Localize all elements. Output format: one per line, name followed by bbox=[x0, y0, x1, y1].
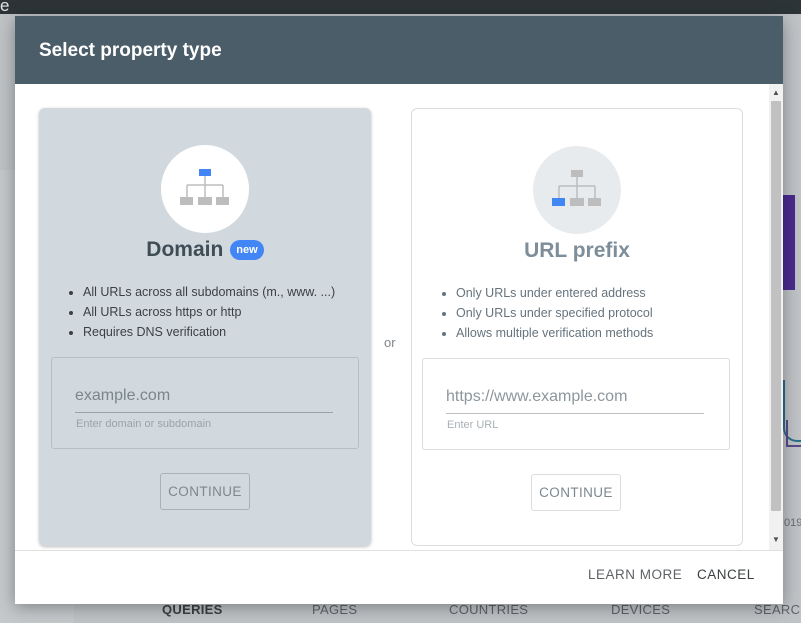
background-tab-countries: COUNTRIES bbox=[449, 602, 529, 617]
scroll-down-arrow-icon[interactable]: ▼ bbox=[769, 533, 783, 547]
domain-continue-button[interactable]: CONTINUE bbox=[160, 473, 250, 510]
learn-more-button[interactable]: LEARN MORE bbox=[588, 567, 682, 582]
background-app-title: e bbox=[0, 0, 10, 15]
domain-bullet: Requires DNS verification bbox=[83, 322, 335, 342]
domain-input-hint: Enter domain or subdomain bbox=[76, 418, 212, 430]
domain-input-box: Enter domain or subdomain bbox=[51, 357, 359, 449]
domain-title: Domain new bbox=[39, 238, 371, 262]
background-tab-devices: DEVICES bbox=[611, 602, 671, 617]
domain-bullet-list: All URLs across all subdomains (m., www.… bbox=[65, 282, 335, 342]
url-prefix-bullet-list: Only URLs under entered address Only URL… bbox=[438, 283, 653, 343]
url-prefix-input-box: Enter URL bbox=[422, 358, 730, 450]
scrollbar-thumb[interactable] bbox=[771, 101, 781, 511]
domain-input[interactable] bbox=[75, 384, 333, 413]
background-tab-pages: PAGES bbox=[312, 602, 358, 617]
domain-option-card[interactable]: Domain new All URLs across all subdomain… bbox=[39, 108, 371, 546]
url-prefix-input-hint: Enter URL bbox=[447, 419, 499, 431]
cancel-button[interactable]: CANCEL bbox=[697, 567, 755, 582]
url-prefix-icon-circle bbox=[533, 146, 621, 234]
sitemap-leaf-highlight-icon bbox=[552, 170, 601, 206]
sitemap-top-highlight-icon bbox=[180, 169, 229, 205]
url-prefix-bullet: Only URLs under specified protocol bbox=[456, 303, 653, 323]
domain-title-text: Domain bbox=[146, 238, 224, 261]
new-badge: new bbox=[230, 240, 264, 260]
url-prefix-option-card[interactable]: URL prefix Only URLs under entered addre… bbox=[411, 108, 743, 546]
dialog-body: Domain new All URLs across all subdomain… bbox=[15, 84, 783, 550]
domain-bullet: All URLs across all subdomains (m., www.… bbox=[83, 282, 335, 302]
url-prefix-input[interactable] bbox=[446, 385, 704, 414]
background-tab-search: SEARCH bbox=[754, 602, 801, 617]
url-prefix-continue-button[interactable]: CONTINUE bbox=[531, 474, 621, 511]
scroll-up-arrow-icon[interactable]: ▲ bbox=[769, 86, 783, 100]
dialog-header: Select property type bbox=[15, 16, 783, 84]
url-prefix-bullet: Only URLs under entered address bbox=[456, 283, 653, 303]
dialog-footer: LEARN MORE CANCEL bbox=[15, 550, 783, 604]
background-topbar: e bbox=[0, 0, 801, 15]
url-prefix-title: URL prefix bbox=[524, 239, 630, 262]
background-chart-line bbox=[786, 420, 801, 447]
dialog-title: Select property type bbox=[39, 40, 222, 61]
url-prefix-bullet: Allows multiple verification methods bbox=[456, 323, 653, 343]
dialog-scrollbar[interactable]: ▲ ▼ bbox=[769, 84, 783, 550]
background-chart-bar bbox=[783, 195, 795, 290]
domain-icon-circle bbox=[161, 145, 249, 233]
background-tab-queries: QUERIES bbox=[162, 602, 223, 617]
or-separator: or bbox=[384, 335, 396, 350]
background-chart-year: 019 bbox=[784, 517, 801, 529]
domain-bullet: All URLs across https or http bbox=[83, 302, 335, 322]
select-property-type-dialog: Select property type Domain new • All UR… bbox=[15, 16, 783, 604]
